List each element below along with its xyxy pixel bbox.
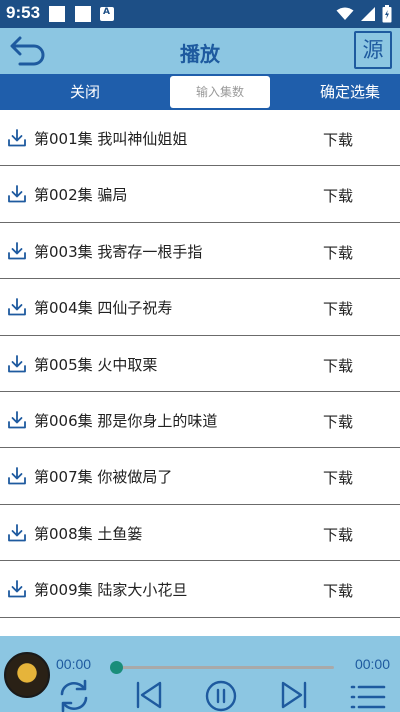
episode-title: 第006集 那是你身上的味道 xyxy=(34,411,218,430)
source-button[interactable]: 源 xyxy=(354,31,392,69)
episode-number-field[interactable] xyxy=(170,76,270,108)
episode-title: 第001集 我叫神仙姐姐 xyxy=(34,130,188,148)
confirm-episode-button[interactable]: 确定选集 xyxy=(300,74,400,110)
status-bar: 9:53 xyxy=(0,0,400,28)
title-bar: 播放 源 xyxy=(0,28,400,74)
download-button[interactable]: 下载 xyxy=(323,524,353,545)
download-button[interactable]: 下载 xyxy=(323,355,353,376)
keyboard-icon xyxy=(100,7,114,21)
playlist-icon[interactable] xyxy=(350,678,386,712)
download-button[interactable]: 下载 xyxy=(323,185,353,206)
download-icon[interactable] xyxy=(8,354,26,373)
episode-row[interactable]: 第007集 你被做局了 下载 xyxy=(0,448,400,505)
episode-title: 第007集 你被做局了 xyxy=(34,468,173,487)
download-button[interactable]: 下载 xyxy=(323,411,353,432)
episode-title: 第004集 四仙子祝寿 xyxy=(34,299,173,318)
download-button[interactable]: 下载 xyxy=(323,580,353,601)
download-icon[interactable] xyxy=(8,185,26,203)
download-icon[interactable] xyxy=(8,411,26,429)
pause-icon[interactable] xyxy=(203,678,239,712)
episode-row[interactable]: 第008集 土鱼篓 下载 xyxy=(0,505,400,562)
current-time: 00:00 xyxy=(56,656,92,672)
episode-number-input[interactable] xyxy=(170,76,270,108)
next-icon[interactable] xyxy=(276,678,312,712)
signal-icon xyxy=(361,7,375,21)
progress-track[interactable] xyxy=(116,666,334,669)
wifi-icon xyxy=(336,7,354,20)
episode-title: 第005集 火中取栗 xyxy=(34,355,158,374)
episode-row[interactable]: 第004集 四仙子祝寿 下载 xyxy=(0,279,400,336)
download-button[interactable]: 下载 xyxy=(323,129,353,150)
episode-row[interactable]: 第001集 我叫神仙姐姐 下载 xyxy=(0,110,400,167)
progress-handle[interactable] xyxy=(110,661,123,674)
download-button[interactable]: 下载 xyxy=(323,242,353,263)
download-icon[interactable] xyxy=(8,580,26,598)
previous-icon[interactable] xyxy=(131,678,167,712)
page-title: 播放 xyxy=(180,42,220,66)
download-icon[interactable] xyxy=(8,241,26,260)
battery-icon xyxy=(382,5,392,23)
download-button[interactable]: 下载 xyxy=(323,298,353,319)
episode-toolbar: 关闭 确定选集 xyxy=(0,74,400,110)
episode-title: 第008集 土鱼篓 xyxy=(34,524,143,543)
episode-title: 第002集 骗局 xyxy=(34,186,128,205)
repeat-icon[interactable] xyxy=(56,678,92,712)
episode-list: 第001集 我叫神仙姐姐 下载 第002集 骗局 下载 第003集 我寄存一根手… xyxy=(0,110,400,618)
episode-row[interactable]: 第002集 骗局 下载 xyxy=(0,166,400,223)
status-time: 9:53 xyxy=(6,3,41,22)
download-button[interactable]: 下载 xyxy=(323,467,353,488)
close-button[interactable]: 关闭 xyxy=(0,74,170,110)
download-icon[interactable] xyxy=(8,467,26,485)
notification-icon xyxy=(75,6,91,22)
episode-row[interactable]: 第005集 火中取栗 下载 xyxy=(0,336,400,392)
total-time: 00:00 xyxy=(354,656,390,672)
download-icon[interactable] xyxy=(8,523,26,542)
album-cover[interactable] xyxy=(4,652,50,698)
episode-title: 第009集 陆家大小花旦 xyxy=(34,581,188,600)
player-bar: 00:00 00:00 xyxy=(0,636,400,712)
episode-title: 第003集 我寄存一根手指 xyxy=(34,242,203,261)
episode-row[interactable]: 第009集 陆家大小花旦 下载 xyxy=(0,561,400,618)
download-icon[interactable] xyxy=(8,129,26,147)
notification-icon xyxy=(49,6,65,22)
episode-row[interactable]: 第006集 那是你身上的味道 下载 xyxy=(0,392,400,449)
download-icon[interactable] xyxy=(8,298,26,316)
episode-row[interactable]: 第003集 我寄存一根手指 下载 xyxy=(0,223,400,280)
